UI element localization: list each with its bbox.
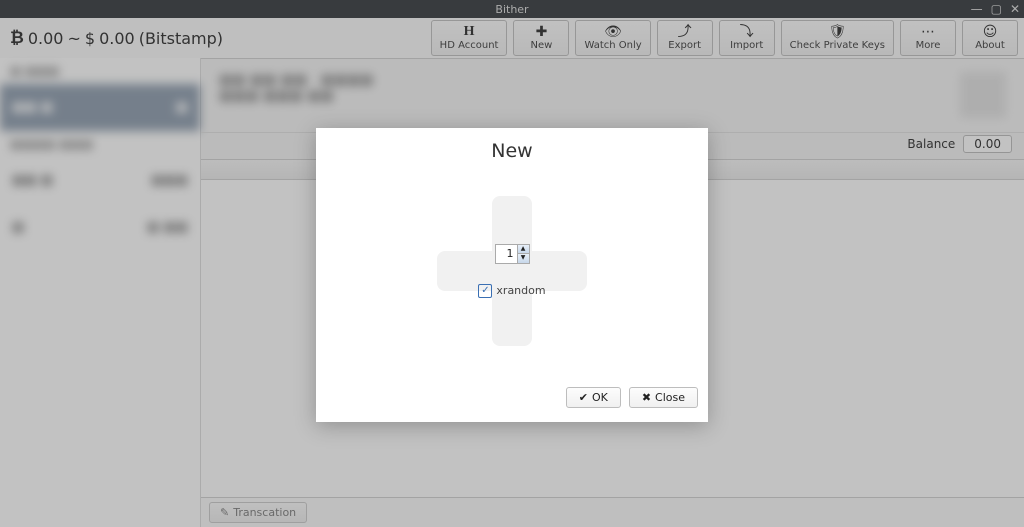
- xrandom-label: xrandom: [496, 284, 545, 297]
- ok-label: OK: [592, 391, 608, 404]
- close-icon: ✖: [642, 391, 651, 404]
- new-dialog: New 1 ▲ ▼ ✓ xrandom ✔ OK ✖ Close: [316, 128, 708, 422]
- check-icon: ✔: [579, 391, 588, 404]
- spinner-up-button[interactable]: ▲: [518, 245, 529, 255]
- checkbox-checked-icon: ✓: [478, 284, 492, 298]
- ok-button[interactable]: ✔ OK: [566, 387, 621, 408]
- dialog-title: New: [316, 128, 708, 162]
- spinner-down-button[interactable]: ▼: [518, 254, 529, 263]
- xrandom-checkbox[interactable]: ✓ xrandom: [478, 284, 545, 298]
- close-button[interactable]: ✖ Close: [629, 387, 698, 408]
- count-value: 1: [496, 247, 517, 260]
- close-label: Close: [655, 391, 685, 404]
- count-spinner[interactable]: 1 ▲ ▼: [495, 244, 530, 264]
